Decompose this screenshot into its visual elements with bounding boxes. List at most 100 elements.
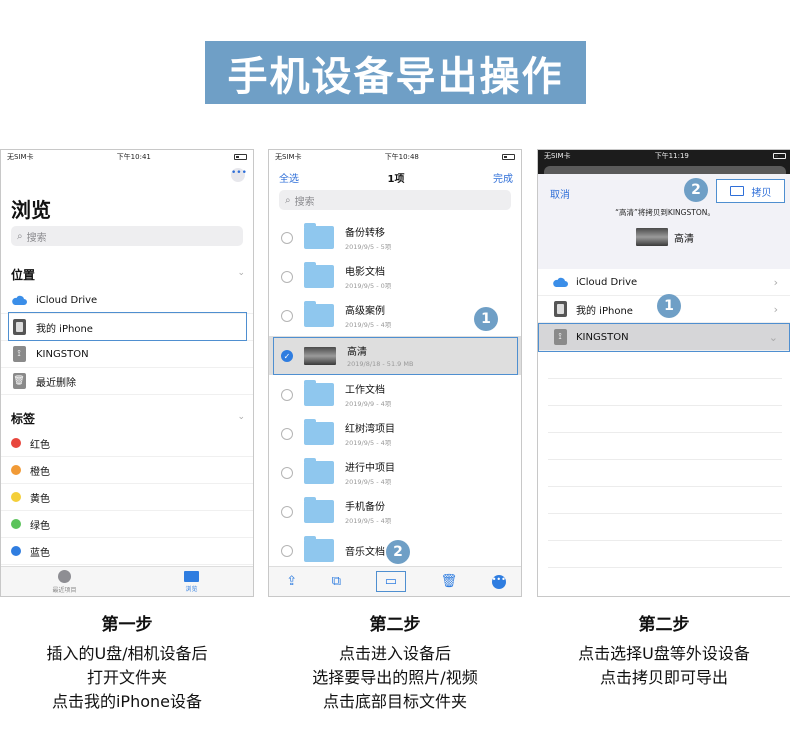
file-preview: 高清 xyxy=(538,228,790,246)
battery-icon xyxy=(234,153,247,160)
highlight-box xyxy=(8,312,247,341)
location-label: iCloud Drive xyxy=(36,294,98,306)
battery-icon xyxy=(773,153,786,159)
tag-label: 黄色 xyxy=(30,493,50,505)
phone-screen-copy: 无SIM卡 下午11:19 取消 拷贝 “高清”将拷贝到KINGSTON。 高清… xyxy=(537,149,790,597)
tab-browse[interactable]: 浏览 xyxy=(128,567,253,596)
chevron-right-icon: › xyxy=(773,275,778,289)
duplicate-icon[interactable]: ⧉ xyxy=(332,574,341,589)
sheet-backdrop xyxy=(544,166,786,174)
time-label: 下午10:41 xyxy=(116,152,151,161)
tab-recents[interactable]: 最近项目 xyxy=(1,567,128,596)
page-title: 浏览 xyxy=(11,198,51,222)
divider xyxy=(548,378,782,379)
file-row[interactable]: 备份转移 2019/9/5 - 5项 xyxy=(269,218,521,257)
folder-icon xyxy=(184,570,199,582)
status-area: 无SIM卡 下午11:19 xyxy=(538,150,790,174)
file-name: 音乐文档 xyxy=(345,547,385,558)
location-icloud[interactable]: iCloud Drive › xyxy=(538,269,790,296)
step-description: 插入的U盘/相机设备后 打开文件夹 点击我的iPhone设备 xyxy=(0,642,254,714)
carrier-label: 无SIM卡 xyxy=(7,152,34,161)
usb-drive-icon: ⟟ xyxy=(11,346,27,362)
chevron-down-icon[interactable]: ⌄ xyxy=(237,412,245,422)
file-name: 进行中项目 xyxy=(345,463,395,474)
search-icon: ⌕ xyxy=(285,194,291,206)
tag-red[interactable]: 红色 xyxy=(1,430,253,457)
checkbox[interactable] xyxy=(281,544,293,557)
chevron-down-icon[interactable]: ⌄ xyxy=(237,268,245,278)
search-input[interactable]: ⌕ 搜索 xyxy=(11,226,243,246)
tag-blue[interactable]: 蓝色 xyxy=(1,538,253,565)
tag-orange[interactable]: 橙色 xyxy=(1,457,253,484)
select-all-button[interactable]: 全选 xyxy=(279,170,299,185)
file-meta: 2019/9/5 - 5项 xyxy=(345,243,392,251)
checkbox[interactable] xyxy=(281,427,293,440)
page-banner: 手机设备导出操作 xyxy=(205,41,586,104)
folder-icon xyxy=(304,262,334,288)
file-name: 工作文档 xyxy=(345,385,385,396)
trash-icon: 🗑 xyxy=(11,373,27,389)
blue-dot-icon xyxy=(11,546,21,556)
iphone-icon xyxy=(552,301,568,317)
phone-screen-select: 无SIM卡 下午10:48 全选 1项 完成 ⌕ 搜索 备份转移 2019/9/5… xyxy=(268,149,522,597)
folder-icon xyxy=(304,458,334,484)
copy-button[interactable]: 拷贝 xyxy=(716,179,785,203)
divider xyxy=(548,513,782,514)
status-bar: 无SIM卡 下午10:48 xyxy=(269,150,521,163)
file-row[interactable]: 进行中项目 2019/9/5 - 4项 xyxy=(269,453,521,492)
orange-dot-icon xyxy=(11,465,21,475)
step-title: 第一步 xyxy=(101,615,153,635)
tag-yellow[interactable]: 黄色 xyxy=(1,484,253,511)
file-meta: 2019/9/5 - 4项 xyxy=(345,517,392,525)
file-meta: 2019/9/5 - 4项 xyxy=(345,439,392,447)
location-label: KINGSTON xyxy=(36,348,89,360)
checkbox[interactable] xyxy=(281,270,293,283)
file-meta: 2019/9/5 - 4项 xyxy=(345,321,392,329)
green-dot-icon xyxy=(11,519,21,529)
cancel-button[interactable]: 取消 xyxy=(550,186,570,201)
location-recently-deleted[interactable]: 🗑 最近删除 xyxy=(1,368,253,395)
file-row[interactable]: 手机备份 2019/9/5 - 4项 xyxy=(269,492,521,531)
file-name: 高清 xyxy=(674,233,694,245)
more-icon[interactable]: ••• xyxy=(491,574,506,589)
folder-icon xyxy=(304,497,334,523)
more-options-icon[interactable]: ••• xyxy=(231,168,247,182)
selection-count: 1项 xyxy=(387,174,405,185)
step-line: 点击选择U盘等外设设备 xyxy=(578,644,750,663)
location-icloud[interactable]: iCloud Drive xyxy=(1,287,253,314)
file-meta: 2019/9/5 - 4项 xyxy=(345,478,392,486)
checkbox[interactable] xyxy=(281,309,293,322)
tag-green[interactable]: 绿色 xyxy=(1,511,253,538)
tab-label: 最近项目 xyxy=(52,586,77,594)
share-icon[interactable]: ⇪ xyxy=(286,574,297,589)
checkbox[interactable] xyxy=(281,388,293,401)
divider xyxy=(548,540,782,541)
step-line: 选择要导出的照片/视频 xyxy=(312,668,478,687)
location-kingston[interactable]: ⟟ KINGSTON xyxy=(1,341,253,368)
folder-icon xyxy=(304,536,334,562)
trash-icon[interactable]: 🗑 xyxy=(441,574,458,589)
copy-sheet-header: 取消 拷贝 “高清”将拷贝到KINGSTON。 高清 xyxy=(538,174,790,269)
tab-bar: 最近项目 浏览 xyxy=(1,566,253,596)
search-icon: ⌕ xyxy=(17,230,23,242)
search-input[interactable]: ⌕ 搜索 xyxy=(279,190,511,210)
step-line: 打开文件夹 xyxy=(86,668,167,687)
checkbox[interactable] xyxy=(281,466,293,479)
file-row[interactable]: 电影文档 2019/9/5 - 0项 xyxy=(269,257,521,296)
step-line: 点击拷贝即可导出 xyxy=(599,668,728,687)
folder-icon xyxy=(304,380,334,406)
step-line: 点击进入设备后 xyxy=(338,644,451,663)
status-bar: 无SIM卡 下午10:41 xyxy=(1,150,253,163)
location-label: 我的 iPhone xyxy=(576,305,633,317)
tag-label: 蓝色 xyxy=(30,547,50,559)
checkbox[interactable] xyxy=(281,505,293,518)
file-row[interactable]: 工作文档 2019/9/9 - 4项 xyxy=(269,375,521,414)
phone-screen-browse: 无SIM卡 下午10:41 ••• 浏览 ⌕ 搜索 位置 ⌄ iCloud Dr… xyxy=(0,149,254,597)
file-row[interactable]: 红树湾项目 2019/9/5 - 4项 xyxy=(269,414,521,453)
folder-icon xyxy=(304,223,334,249)
move-folder-icon[interactable]: ▭ xyxy=(375,571,406,592)
tab-label: 浏览 xyxy=(185,585,198,593)
tags-header: 标签 xyxy=(11,412,36,426)
checkbox[interactable] xyxy=(281,231,293,244)
done-button[interactable]: 完成 xyxy=(493,170,513,185)
